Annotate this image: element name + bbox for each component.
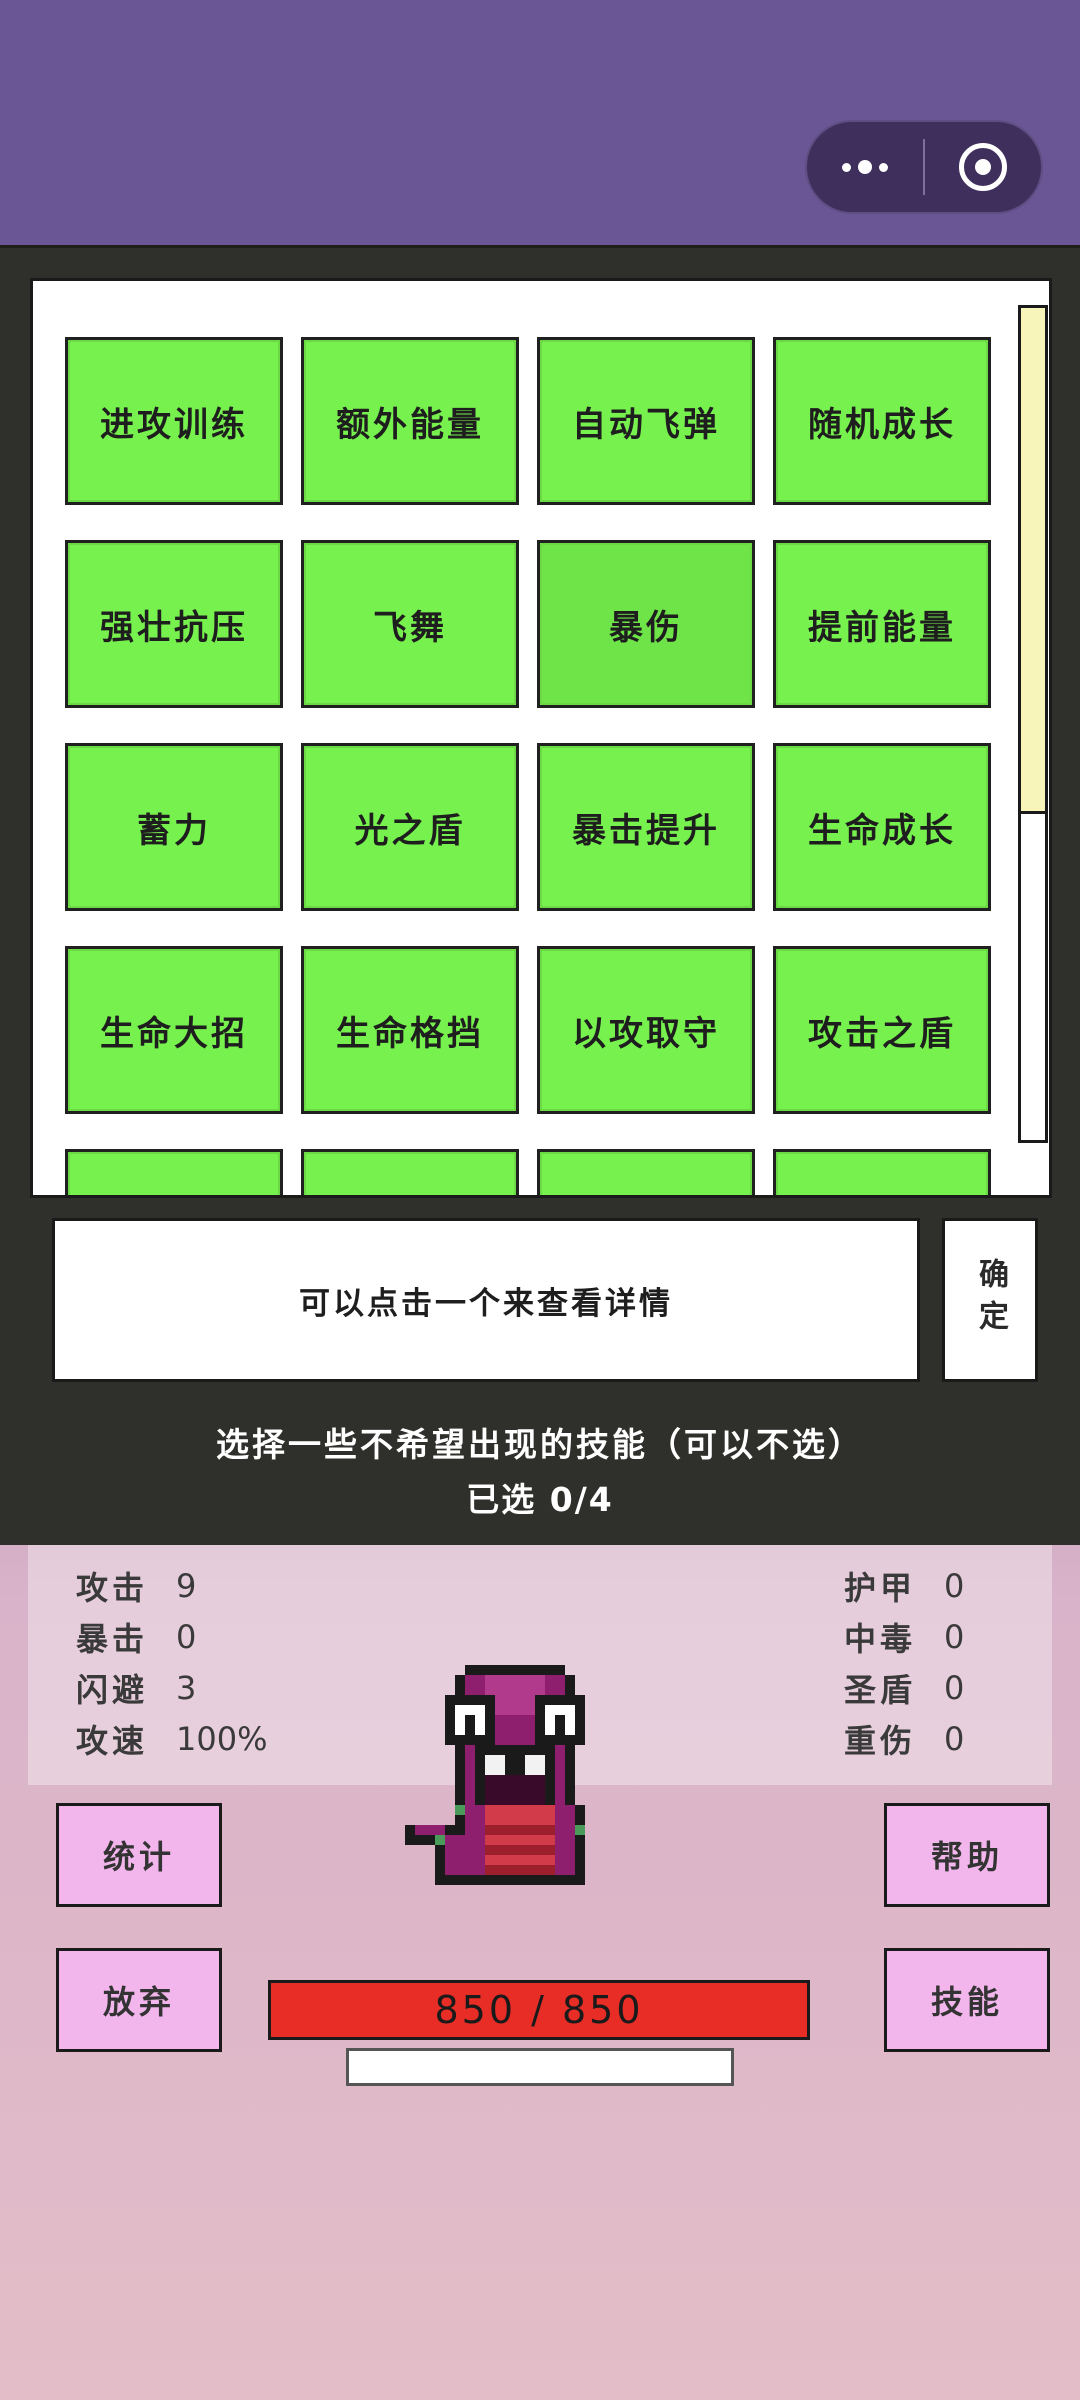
skill-tile[interactable]: 攻击之盾 (773, 946, 991, 1114)
snake-character-sprite (405, 1665, 585, 1885)
skill-tile[interactable]: 暴击提升 (537, 743, 755, 911)
skill-detail-box: 可以点击一个来查看详情 (52, 1218, 920, 1382)
miniprogram-capsule (805, 120, 1043, 214)
target-circle-icon (959, 143, 1007, 191)
close-miniprogram-button[interactable] (925, 122, 1041, 212)
stat-holy-shield: 圣盾 0 (844, 1668, 965, 1709)
skill-tile[interactable]: 生命格挡 (301, 946, 519, 1114)
skill-tile-partial[interactable] (65, 1149, 283, 1195)
stat-attack-speed: 攻速 100% (76, 1719, 268, 1760)
skill-tile[interactable]: 光之盾 (301, 743, 519, 911)
skill-tile[interactable]: 暴伤 (537, 540, 755, 708)
skill-tile[interactable]: 自动飞弹 (537, 337, 755, 505)
skill-tile-partial[interactable] (301, 1149, 519, 1195)
experience-bar (346, 2048, 734, 2086)
stat-armor: 护甲 0 (844, 1566, 965, 1607)
skill-grid-container[interactable]: 进攻训练 额外能量 自动飞弹 随机成长 强壮抗压 飞舞 暴伤 提前能量 蓄力 光… (30, 278, 1052, 1198)
stat-crit: 暴击 0 (76, 1617, 197, 1658)
skill-tile[interactable]: 强壮抗压 (65, 540, 283, 708)
skill-exclusion-panel: 进攻训练 额外能量 自动飞弹 随机成长 强壮抗压 飞舞 暴伤 提前能量 蓄力 光… (0, 245, 1080, 1545)
more-dots-icon (842, 160, 888, 174)
skill-tile[interactable]: 提前能量 (773, 540, 991, 708)
more-menu-button[interactable] (807, 122, 923, 212)
stat-poison: 中毒 0 (844, 1617, 965, 1658)
stat-heavy-wound: 重伤 0 (844, 1719, 965, 1760)
stats-button[interactable]: 统计 (56, 1803, 222, 1907)
skills-button[interactable]: 技能 (884, 1948, 1050, 2052)
stats-left: 攻击 9 暴击 0 闪避 3 攻速 100% (76, 1560, 267, 1764)
stat-attack: 攻击 9 (76, 1566, 197, 1607)
stat-dodge: 闪避 3 (76, 1668, 197, 1709)
help-button[interactable]: 帮助 (884, 1803, 1050, 1907)
skill-tile[interactable]: 生命成长 (773, 743, 991, 911)
confirm-button[interactable]: 确定 (942, 1218, 1038, 1382)
skill-tile[interactable]: 生命大招 (65, 946, 283, 1114)
skill-tile[interactable]: 以攻取守 (537, 946, 755, 1114)
skill-grid-scrollbar[interactable] (1018, 305, 1048, 1143)
giveup-button[interactable]: 放弃 (56, 1948, 222, 2052)
skill-tile[interactable]: 蓄力 (65, 743, 283, 911)
skill-tile[interactable]: 飞舞 (301, 540, 519, 708)
skill-tile-partial[interactable] (537, 1149, 755, 1195)
hp-text: 850 / 850 (434, 1988, 644, 2032)
skill-tile[interactable]: 进攻训练 (65, 337, 283, 505)
skill-tile-partial[interactable] (773, 1149, 991, 1195)
selection-prompt: 选择一些不希望出现的技能（可以不选） (216, 1425, 864, 1464)
skill-tile[interactable]: 随机成长 (773, 337, 991, 505)
skill-tile[interactable]: 额外能量 (301, 337, 519, 505)
hp-bar: 850 / 850 (268, 1980, 810, 2040)
selected-count: 已选 0/4 (466, 1480, 614, 1519)
stats-right: 护甲 0 中毒 0 圣盾 0 重伤 0 (844, 1560, 964, 1764)
scrollbar-thumb[interactable] (1021, 308, 1045, 814)
skill-grid: 进攻训练 额外能量 自动飞弹 随机成长 强壮抗压 飞舞 暴伤 提前能量 蓄力 光… (65, 337, 1020, 1195)
